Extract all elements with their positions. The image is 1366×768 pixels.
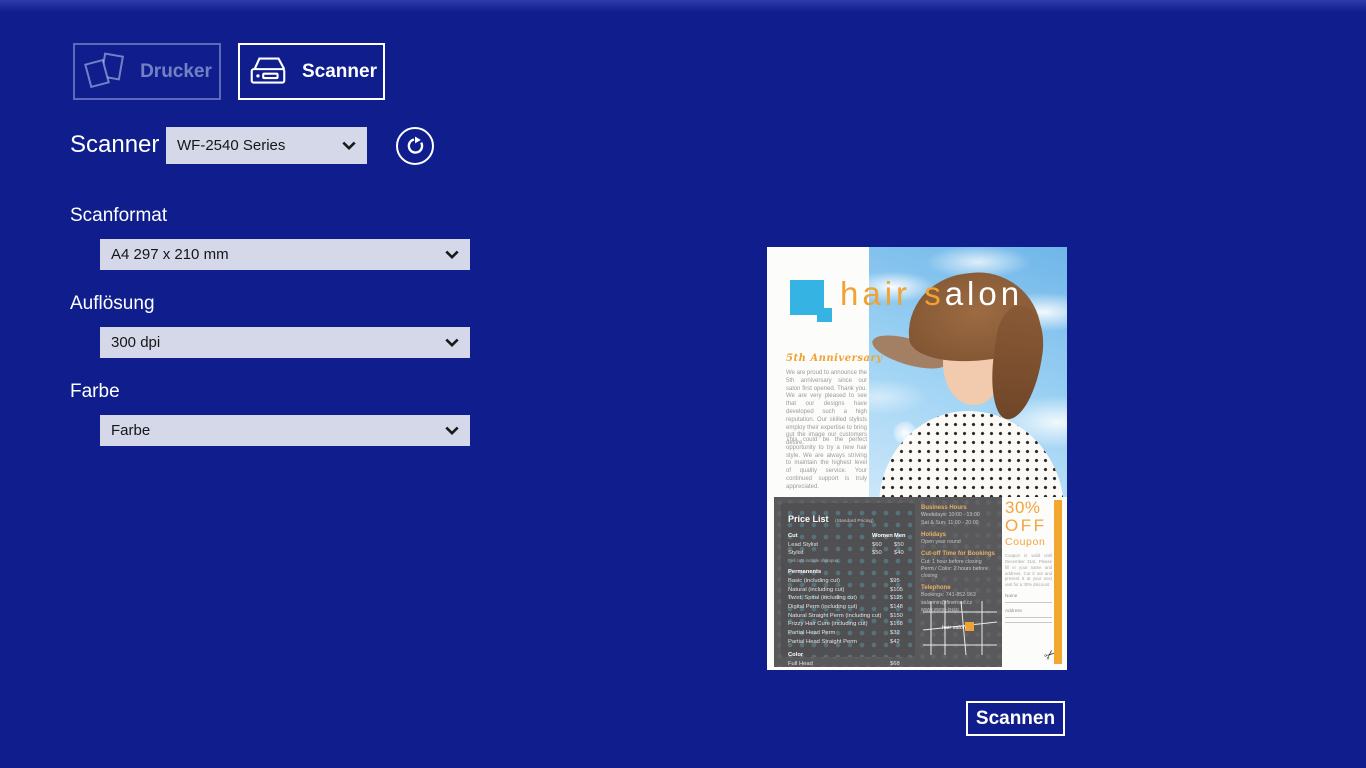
scan-app-window: Drucker Scanner Scanner WF-2540 Series <box>0 0 1366 768</box>
price-row: Partial Head Perm$32 <box>788 629 908 638</box>
tab-scanner-label: Scanner <box>302 61 377 83</box>
refresh-scanner-button[interactable] <box>396 127 434 165</box>
scan-preview-image: hair salon 5th Anniversary We are proud … <box>767 247 1067 670</box>
scanner-icon <box>246 55 290 89</box>
flyer-orange-stripe <box>1054 500 1062 664</box>
flyer-anniversary: 5th Anniversary <box>786 353 883 364</box>
price-list-title: Price List <box>788 514 829 524</box>
scanner-device-select[interactable]: WF-2540 Series <box>166 127 367 164</box>
flyer-coupon: 30% OFF Coupon Coupon is valid until Dec… <box>1005 499 1052 665</box>
hair-salon-logo-accent <box>817 308 832 322</box>
price-row: Digital Perm (including cut)$148 <box>788 603 908 612</box>
flyer-map: hair salon <box>921 599 999 657</box>
chevron-down-icon <box>342 141 356 150</box>
map-marker-label: hair salon <box>942 625 966 631</box>
price-row: Twist, Spiral (including cut)$125 <box>788 594 908 603</box>
price-row: Roots$80 <box>788 669 908 670</box>
farbe-select[interactable]: Farbe <box>100 415 470 446</box>
price-row: Basic (including cut)$95 <box>788 577 908 586</box>
tab-drucker[interactable]: Drucker <box>73 43 221 100</box>
price-row: Stylist $50 $40 <box>788 549 908 558</box>
field-label-aufloesung: Auflösung <box>70 293 155 315</box>
scanner-section-label: Scanner <box>70 131 159 159</box>
chevron-down-icon <box>445 250 459 259</box>
aufloesung-value: 300 dpi <box>111 334 160 351</box>
window-top-edge <box>0 0 1366 12</box>
flyer-price-list: Price List (Standard Pricing) Cut Women … <box>781 503 915 657</box>
scanformat-value: A4 297 x 210 mm <box>111 246 229 263</box>
tab-scanner[interactable]: Scanner <box>238 43 385 100</box>
flyer-second-paragraph: This could be the perfect opportunity to… <box>786 437 867 492</box>
printer-pages-icon <box>82 51 128 93</box>
chevron-down-icon <box>445 338 459 347</box>
price-row: Partial Head Straight Perm$42 <box>788 638 908 647</box>
price-row: Natural (including cut)$105 <box>788 586 908 595</box>
scanformat-select[interactable]: A4 297 x 210 mm <box>100 239 470 270</box>
refresh-icon <box>404 135 426 157</box>
price-row: Lead Stylist $60 $50 <box>788 541 908 550</box>
chevron-down-icon <box>445 426 459 435</box>
price-row: Frizzy Hair Cure (including cut)$168 <box>788 620 908 629</box>
flyer-bottom-panel: Price List (Standard Pricing) Cut Women … <box>774 497 1002 667</box>
farbe-value: Farbe <box>111 422 150 439</box>
tab-drucker-label: Drucker <box>140 61 212 83</box>
field-label-farbe: Farbe <box>70 381 120 403</box>
price-row: Full Head$68 <box>788 660 908 669</box>
price-row: Natural Straight Perm (including cut)$15… <box>788 612 908 621</box>
field-label-scanformat: Scanformat <box>70 205 167 227</box>
scan-button[interactable]: Scannen <box>966 701 1065 736</box>
scanner-device-value: WF-2540 Series <box>177 137 285 154</box>
flyer-title: hair salon <box>840 275 1023 313</box>
aufloesung-select[interactable]: 300 dpi <box>100 327 470 358</box>
